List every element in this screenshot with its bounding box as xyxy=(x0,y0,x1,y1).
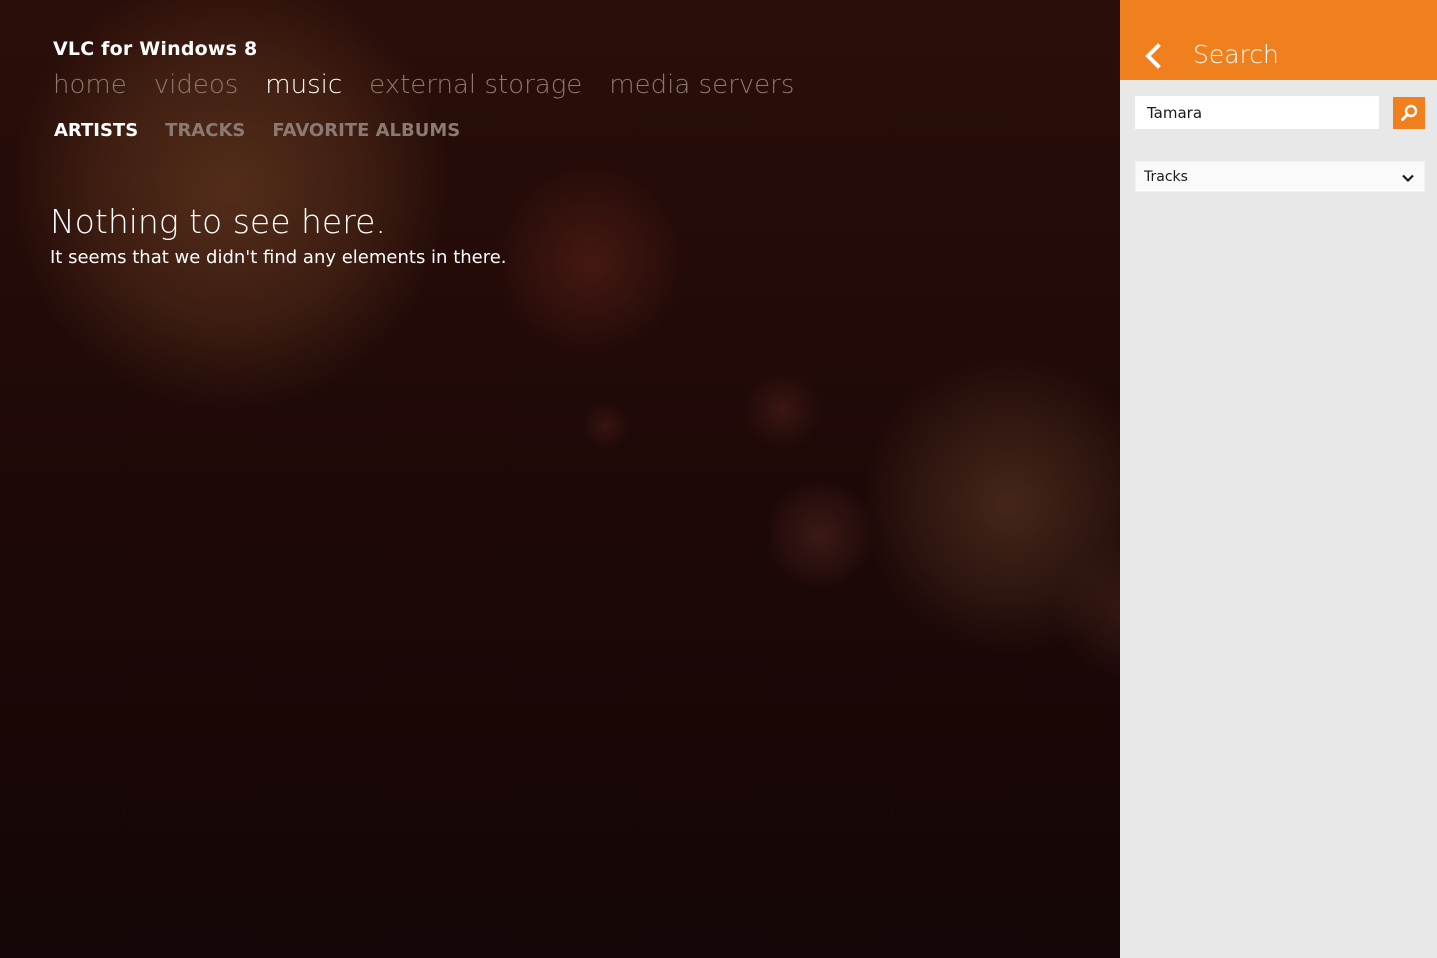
search-filter-dropdown[interactable]: Tracks xyxy=(1135,161,1425,192)
nav-home[interactable]: home xyxy=(53,70,127,100)
search-header: Search xyxy=(1120,0,1437,80)
empty-state-message: It seems that we didn't find any element… xyxy=(50,247,507,268)
app-main: VLC for Windows 8 home videos music exte… xyxy=(0,0,1120,958)
tab-tracks[interactable]: TRACKS xyxy=(165,120,245,141)
nav-external-storage[interactable]: external storage xyxy=(369,70,582,100)
nav-videos[interactable]: videos xyxy=(154,70,239,100)
search-submit-button[interactable] xyxy=(1393,97,1425,129)
search-pane: Search Tracks xyxy=(1120,0,1437,958)
chevron-down-icon xyxy=(1402,174,1414,183)
main-nav: home videos music external storage media… xyxy=(53,70,794,100)
search-filter-value: Tracks xyxy=(1144,169,1188,185)
back-button[interactable] xyxy=(1140,42,1168,70)
search-pane-title: Search xyxy=(1193,40,1279,69)
nav-music[interactable]: music xyxy=(265,70,342,100)
back-arrow-icon xyxy=(1145,43,1161,69)
window: VLC for Windows 8 home videos music exte… xyxy=(0,0,1437,958)
empty-state-title: Nothing to see here. xyxy=(50,202,386,241)
search-input[interactable] xyxy=(1135,96,1379,129)
music-sub-nav: ARTISTS TRACKS FAVORITE ALBUMS xyxy=(54,120,460,141)
nav-media-servers[interactable]: media servers xyxy=(609,70,794,100)
magnifier-icon xyxy=(1401,104,1418,121)
tab-favorite-albums[interactable]: FAVORITE ALBUMS xyxy=(272,120,460,141)
tab-artists[interactable]: ARTISTS xyxy=(54,120,138,141)
app-title: VLC for Windows 8 xyxy=(53,38,258,60)
